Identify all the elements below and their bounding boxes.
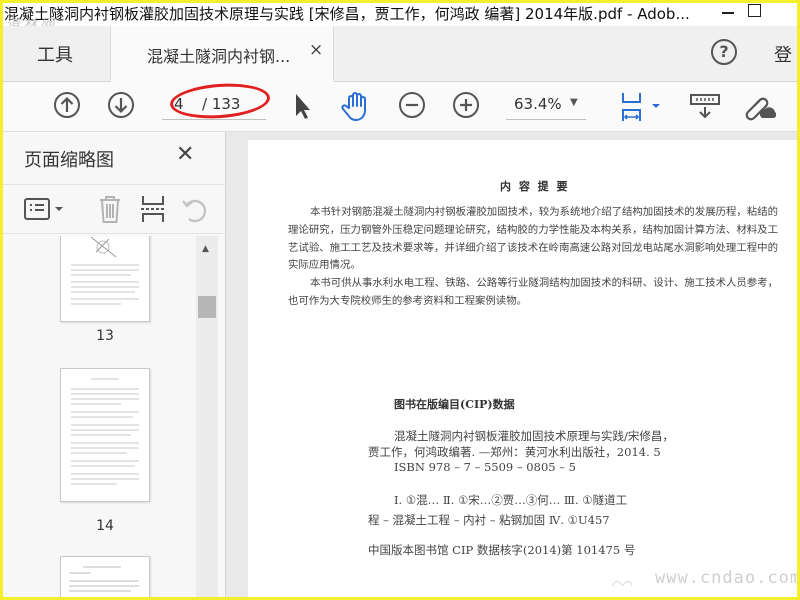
tab-tools[interactable]: 工具 [0, 26, 110, 82]
thumbnail-label: 13 [96, 328, 114, 344]
site-watermark: www.cndao.com [655, 568, 800, 588]
share-link-icon[interactable] [740, 90, 776, 122]
thumbnail-page-15[interactable] [60, 556, 150, 600]
tab-document-label: 混凝土隧洞内衬钢... [147, 47, 291, 66]
tab-row: 工具 混凝土隧洞内衬钢... × ? 登 [0, 26, 800, 83]
decorative-mark-icon: ◠◠ [612, 578, 633, 592]
cip-isbn: ISBN 978 – 7 – 5509 – 0805 – 5 [394, 460, 576, 474]
thumbnail-label: 14 [96, 518, 114, 534]
zoom-value: 63.4% [514, 95, 562, 113]
fit-page-icon[interactable] [618, 90, 664, 124]
maximize-button[interactable] [748, 4, 761, 17]
sidebar-close-button[interactable]: ✕ [176, 142, 194, 167]
summary-paragraph-2: 本书可供从事水利水电工程、铁路、公路等行业隧洞结构加固技术的科研、设计、施工技术… [288, 277, 778, 307]
trash-icon[interactable] [95, 193, 125, 225]
chevron-down-icon: ▼ [570, 97, 578, 108]
cip-line: Ⅰ. ①混… Ⅱ. ①宋…②贾…③何… Ⅲ. ①隧道工 [394, 493, 628, 507]
thumbnail-scrollbar[interactable]: ▲ [196, 236, 218, 600]
cip-heading: 图书在版编目(CIP)数据 [394, 398, 515, 411]
thumbnail-list: 13 14 [0, 236, 196, 600]
sidebar-toolbar [0, 184, 226, 234]
minimize-button[interactable] [718, 2, 738, 22]
page-heading: 内 容 提 要 [500, 180, 570, 193]
summary-paragraph-1: 本书针对钢筋混凝土隧洞内衬钢板灌胶加固技术，较为系统地介绍了结构加固技术的发展历… [288, 206, 778, 272]
sidebar-title: 页面缩略图 [24, 150, 114, 171]
thumbnail-options-icon[interactable] [22, 195, 70, 225]
title-bar: 混凝土隧洞内衬钢板灌胶加固技术原理与实践 [宋修昌，贾工作，何鸿政 编著] 20… [0, 0, 800, 33]
thumbnail-sidebar: 页面缩略图 ✕ 13 14 ▲ [0, 132, 226, 600]
scroll-up-arrow-icon[interactable]: ▲ [202, 244, 209, 254]
cursor-icon[interactable] [290, 90, 314, 122]
cip-line: 贾工作，何鸿政编著. —郑州：黄河水利出版社，2014. 5 [368, 445, 661, 459]
help-button[interactable]: ? [711, 39, 737, 65]
thumbnail-page-14[interactable] [60, 368, 150, 502]
cip-line: 程 – 混凝土工程 – 内衬 – 粘钢加固 Ⅳ. ①U457 [368, 513, 610, 527]
sign-in-button[interactable]: 登 [774, 41, 792, 67]
scrollbar-thumb[interactable] [198, 296, 216, 318]
thumbnail-page-13[interactable] [60, 236, 150, 322]
insert-page-icon[interactable] [138, 193, 168, 225]
pdf-page: 内 容 提 要 本书针对钢筋混凝土隧洞内衬钢板灌胶加固技术，较为系统地介绍了结构… [248, 140, 800, 600]
cip-number: 中国版本图书馆 CIP 数据核字(2014)第 101475 号 [368, 543, 636, 557]
zoom-in-icon[interactable] [451, 90, 481, 120]
tab-close-button[interactable]: × [309, 40, 323, 60]
zoom-select[interactable]: 63.4% ▼ [506, 90, 586, 120]
scroll-mode-icon[interactable] [688, 90, 722, 122]
zoom-out-icon[interactable] [397, 90, 427, 120]
arrow-down-circle-icon[interactable] [106, 90, 136, 120]
hand-icon[interactable] [340, 90, 374, 122]
rotate-icon[interactable] [180, 193, 210, 225]
arrow-up-circle-icon[interactable] [52, 90, 82, 120]
window-title: 混凝土隧洞内衬钢板灌胶加固技术原理与实践 [宋修昌，贾工作，何鸿政 编著] 20… [4, 5, 690, 23]
cip-line: 混凝土隧洞内衬钢板灌胶加固技术原理与实践/宋修昌， [394, 429, 674, 443]
tab-document[interactable]: 混凝土隧洞内衬钢... × [110, 26, 334, 83]
toolbar: 4 / 133 63.4% ▼ [0, 82, 800, 132]
